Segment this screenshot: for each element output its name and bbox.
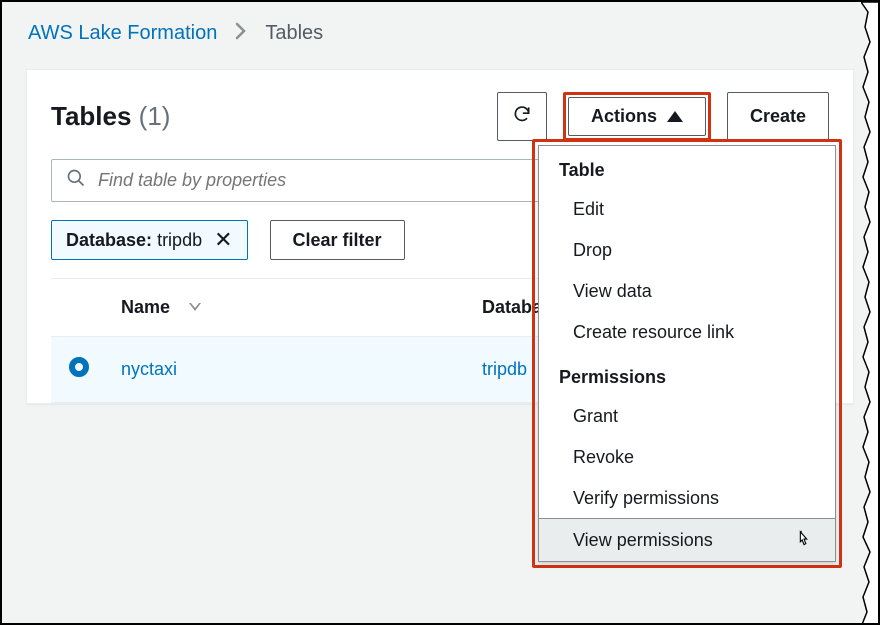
refresh-icon [512,104,532,129]
menu-item-view-data[interactable]: View data [539,271,835,312]
create-button[interactable]: Create [727,92,829,141]
filter-chip-database[interactable]: Database: tripdb ✕ [51,220,248,260]
menu-section-permissions: Permissions [539,353,835,396]
actions-highlight: Actions [563,92,711,141]
actions-menu: Table Edit Drop View data Create resourc… [538,145,836,562]
actions-button[interactable]: Actions [568,97,706,136]
menu-item-grant[interactable]: Grant [539,396,835,437]
database-link[interactable]: tripdb [482,359,527,379]
close-icon[interactable]: ✕ [214,229,232,251]
cursor-pointer-icon [793,529,815,551]
menu-item-create-resource-link[interactable]: Create resource link [539,312,835,353]
panel-title: Tables (1) [51,101,170,132]
menu-item-drop[interactable]: Drop [539,230,835,271]
refresh-button[interactable] [497,92,547,141]
chevron-right-icon [235,22,247,45]
menu-item-edit[interactable]: Edit [539,189,835,230]
breadcrumbs: AWS Lake Formation Tables [2,2,878,59]
actions-menu-highlight: Table Edit Drop View data Create resourc… [532,139,842,568]
column-header-name[interactable]: Name [107,279,468,337]
breadcrumb-root-link[interactable]: AWS Lake Formation [28,22,217,45]
menu-item-revoke[interactable]: Revoke [539,437,835,478]
breadcrumb-current: Tables [265,22,323,45]
radio-selected-icon[interactable] [69,357,89,377]
search-icon [66,168,98,193]
menu-item-verify-permissions[interactable]: Verify permissions [539,478,835,519]
torn-edge-decoration [861,2,879,623]
menu-item-view-permissions[interactable]: View permissions [538,518,836,562]
menu-section-table: Table [539,146,835,189]
sort-icon [189,297,201,317]
clear-filter-button[interactable]: Clear filter [270,220,405,260]
caret-up-icon [667,111,683,122]
table-name-link[interactable]: nyctaxi [121,359,177,379]
